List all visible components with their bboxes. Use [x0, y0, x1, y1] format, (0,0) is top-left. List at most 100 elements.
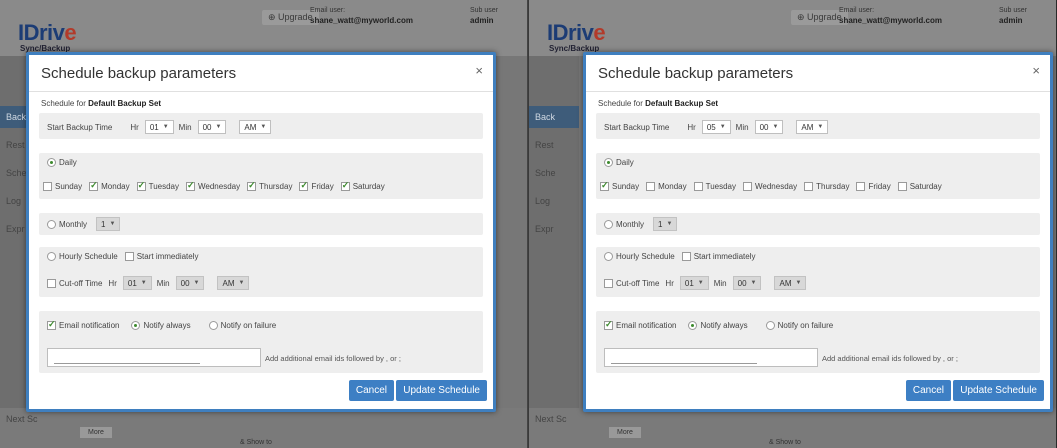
cutoff-minute-select[interactable]: 00 ▼ — [732, 276, 762, 290]
sidebar-item[interactable]: Back — [6, 112, 26, 122]
cutoff-hour-select[interactable]: 01 ▼ — [679, 276, 709, 290]
hr-label: Hr — [130, 122, 139, 132]
hourly-panel: Hourly Schedule Start immediately Cut-of… — [39, 247, 483, 297]
start-ampm-select[interactable]: AM ▼ — [796, 120, 829, 134]
email-panel: Email notification Notify always Notify … — [596, 311, 1040, 373]
notify-failure-radio[interactable]: Notify on failure — [208, 321, 276, 330]
chevron-down-icon: ▼ — [795, 280, 802, 286]
radio-selected-icon — [47, 158, 56, 167]
app-footer: Next Sc More & Show to — [0, 408, 527, 448]
account-user[interactable]: Sub user admin — [470, 6, 498, 27]
account-email[interactable]: Email user: shane_watt@myworld.com — [839, 6, 942, 27]
more-button[interactable]: More — [80, 427, 112, 438]
day-checkbox-tuesday[interactable]: Tuesday — [136, 180, 179, 191]
day-checkbox-monday[interactable]: Monday — [646, 182, 687, 191]
idrive-logo: IDrive — [18, 20, 77, 45]
notify-failure-radio[interactable]: Notify on failure — [765, 321, 833, 330]
sidebar-item[interactable]: Sche — [535, 168, 556, 178]
hr-label: Hr — [687, 122, 696, 132]
cutoff-ampm-select[interactable]: AM ▼ — [774, 276, 807, 290]
sidebar-item[interactable]: Sche — [6, 168, 27, 178]
start-ampm-select[interactable]: AM ▼ — [239, 120, 272, 134]
daily-radio[interactable]: Daily — [604, 158, 634, 167]
notify-always-radio[interactable]: Notify always — [688, 321, 748, 330]
day-checkbox-thursday[interactable]: Thursday — [804, 182, 849, 191]
day-checkbox-thursday[interactable]: Thursday — [247, 180, 292, 191]
start-immediately-checkbox[interactable]: Start immediately — [124, 252, 199, 261]
start-hour-select[interactable]: 05 ▼ — [701, 120, 731, 134]
sidebar-item[interactable]: Log — [6, 196, 21, 206]
start-minute-select[interactable]: 00 ▼ — [754, 120, 784, 134]
dialog-divider — [29, 91, 493, 92]
sidebar-item[interactable]: Expr — [6, 224, 25, 234]
start-minute-select[interactable]: 00 ▼ — [197, 120, 227, 134]
hourly-schedule-radio[interactable]: Hourly Schedule — [47, 252, 118, 261]
checkbox-checked-icon — [47, 319, 56, 330]
cutoff-time-checkbox[interactable]: Cut-off Time — [47, 278, 102, 288]
chevron-down-icon: ▼ — [697, 280, 704, 286]
day-checkbox-sunday[interactable]: Sunday — [600, 180, 639, 191]
update-schedule-button[interactable]: Update Schedule — [953, 380, 1044, 401]
cutoff-time-checkbox[interactable]: Cut-off Time — [604, 278, 659, 288]
email-notification-checkbox[interactable]: Email notification — [47, 319, 119, 330]
schedule-for-label: Schedule for Default Backup Set — [41, 99, 162, 108]
day-checkbox-sunday[interactable]: Sunday — [43, 182, 82, 191]
checkbox-icon — [743, 182, 752, 191]
checkbox-checked-icon — [89, 180, 99, 191]
monthly-panel: Monthly 1 ▼ — [39, 213, 483, 235]
dialog-title: Schedule backup parameters — [41, 65, 237, 82]
cancel-button[interactable]: Cancel — [348, 380, 394, 401]
more-button[interactable]: More — [609, 427, 641, 438]
account-user[interactable]: Sub user admin — [999, 6, 1027, 27]
start-immediately-checkbox[interactable]: Start immediately — [681, 252, 756, 261]
day-checkbox-saturday[interactable]: Saturday — [897, 182, 942, 191]
radio-icon — [47, 219, 56, 229]
sidebar-item[interactable]: Rest — [6, 140, 25, 150]
chevron-down-icon: ▼ — [162, 124, 169, 130]
chevron-down-icon: ▼ — [140, 280, 147, 286]
day-checkbox-wednesday[interactable]: Wednesday — [186, 180, 240, 191]
start-time-panel: Start Backup Time Hr 05 ▼ Min 00 ▼ AM ▼ — [596, 113, 1040, 139]
monthly-radio[interactable]: Monthly — [47, 219, 87, 229]
day-checkbox-friday[interactable]: Friday — [299, 180, 334, 191]
update-schedule-button[interactable]: Update Schedule — [396, 380, 487, 401]
cancel-button[interactable]: Cancel — [905, 380, 951, 401]
cutoff-minute-select[interactable]: 00 ▼ — [175, 276, 205, 290]
monthly-radio[interactable]: Monthly — [604, 219, 644, 229]
additional-email-input[interactable] — [604, 348, 818, 367]
cutoff-hour-select[interactable]: 01 ▼ — [122, 276, 152, 290]
radio-selected-icon — [604, 158, 613, 167]
checkbox-checked-icon — [247, 180, 257, 191]
email-hint-text: Add additional email ids followed by , o… — [822, 354, 958, 363]
sidebar-item[interactable]: Rest — [535, 140, 554, 150]
start-hour-select[interactable]: 01 ▼ — [144, 120, 174, 134]
email-notification-checkbox[interactable]: Email notification — [604, 319, 676, 330]
day-checkbox-saturday[interactable]: Saturday — [340, 180, 385, 191]
checkbox-checked-icon — [340, 180, 350, 191]
checkbox-icon — [804, 182, 814, 191]
sidebar-item[interactable]: Back — [535, 112, 555, 122]
notify-always-radio[interactable]: Notify always — [131, 321, 191, 330]
monthly-day-select[interactable]: 1 ▼ — [653, 217, 678, 231]
sidebar-item[interactable]: Log — [535, 196, 550, 206]
day-checkbox-tuesday[interactable]: Tuesday — [693, 182, 736, 191]
cutoff-ampm-select[interactable]: AM ▼ — [217, 276, 250, 290]
screen: IDrive Sync/Backup ⊕ Upgrade Email user:… — [0, 0, 1057, 448]
account-email[interactable]: Email user: shane_watt@myworld.com — [310, 6, 413, 27]
monthly-panel: Monthly 1 ▼ — [596, 213, 1040, 235]
show-to-label: & Show to — [240, 439, 272, 446]
close-icon[interactable]: × — [475, 63, 483, 78]
day-checkbox-monday[interactable]: Monday — [89, 180, 130, 191]
monthly-day-select[interactable]: 1 ▼ — [96, 217, 121, 231]
close-icon[interactable]: × — [1032, 63, 1040, 78]
checkbox-checked-icon — [136, 180, 146, 191]
day-checkbox-friday[interactable]: Friday — [856, 182, 891, 191]
additional-email-input[interactable] — [47, 348, 261, 367]
day-checkbox-wednesday[interactable]: Wednesday — [743, 182, 797, 191]
chevron-down-icon: ▼ — [666, 221, 673, 227]
daily-radio[interactable]: Daily — [47, 158, 77, 167]
chevron-down-icon: ▼ — [109, 221, 116, 227]
min-label: Min — [735, 122, 749, 132]
sidebar-item[interactable]: Expr — [535, 224, 554, 234]
hourly-schedule-radio[interactable]: Hourly Schedule — [604, 252, 675, 261]
